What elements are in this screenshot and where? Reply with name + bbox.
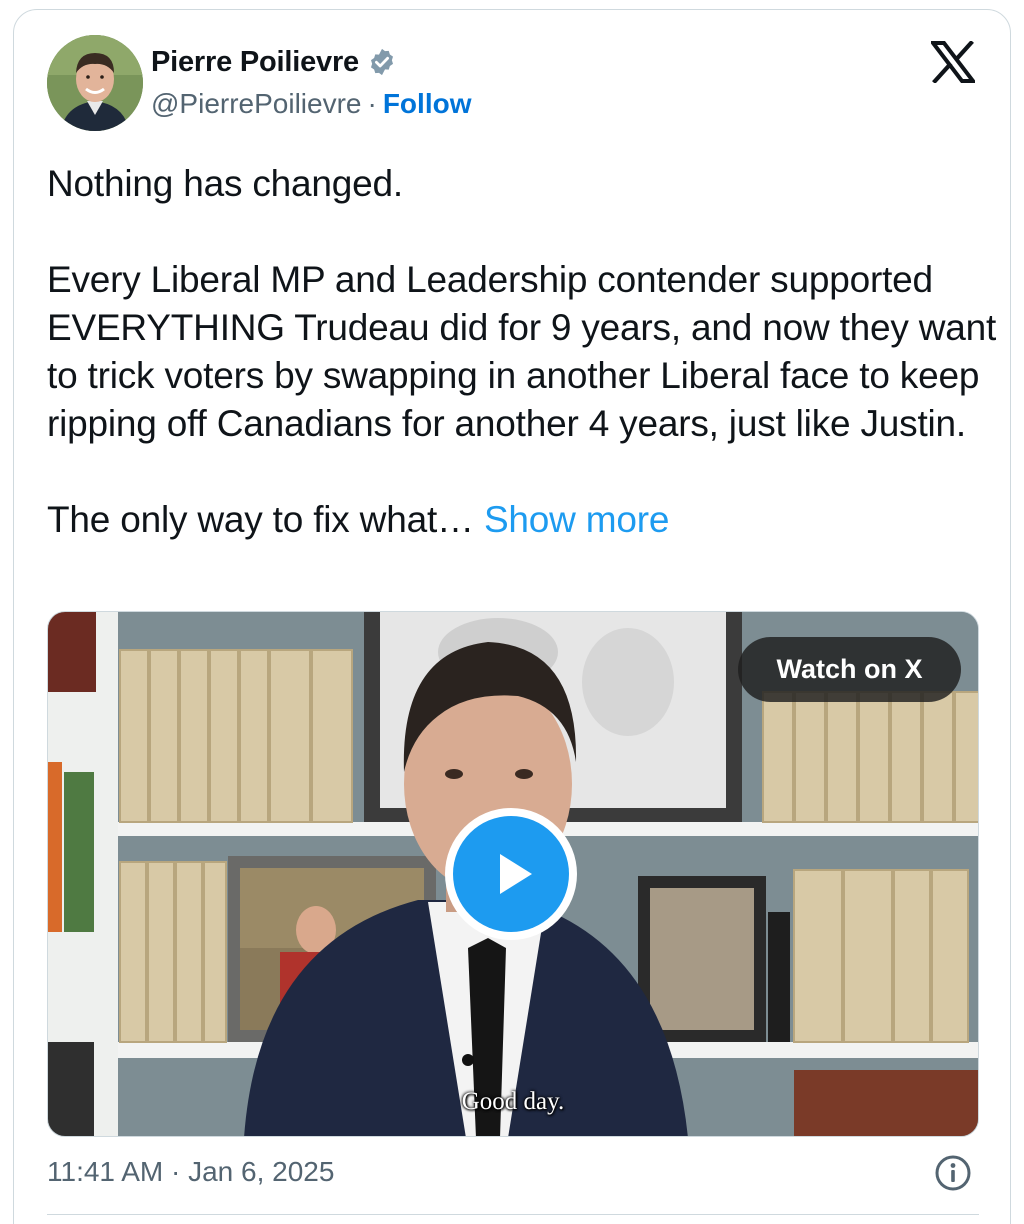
author-avatar[interactable] xyxy=(47,35,143,131)
info-icon[interactable] xyxy=(934,1154,972,1192)
video-caption: Good day. xyxy=(461,1088,565,1115)
author-name-row: Pierre Poilievre xyxy=(151,45,397,79)
play-button[interactable] xyxy=(445,808,577,940)
tweet-paragraph: Every Liberal MP and Leadership contende… xyxy=(47,259,997,444)
author-handle-row: @PierrePoilievre · Follow xyxy=(151,87,471,121)
follow-button[interactable]: Follow xyxy=(383,88,472,120)
video-player[interactable]: Watch on X Good day. xyxy=(47,611,979,1137)
verified-badge-icon xyxy=(367,47,397,77)
tweet-paragraph: The only way to fix what… Show more xyxy=(47,496,997,544)
x-logo-icon[interactable] xyxy=(928,40,978,84)
tweet-paragraph: Nothing has changed. xyxy=(47,163,403,204)
tweet-paragraph-truncated: The only way to fix what… xyxy=(47,499,474,540)
tweet-timestamp[interactable]: 11:41 AM · Jan 6, 2025 xyxy=(47,1156,334,1188)
tweet-card: Pierre Poilievre @PierrePoilievre · Foll… xyxy=(13,9,1011,1224)
watch-on-x-button[interactable]: Watch on X xyxy=(738,637,961,702)
author-handle[interactable]: @PierrePoilievre xyxy=(151,88,362,120)
show-more-link[interactable]: Show more xyxy=(484,499,670,540)
author-name[interactable]: Pierre Poilievre xyxy=(151,46,359,79)
play-icon xyxy=(453,816,569,932)
separator-dot: · xyxy=(367,88,377,119)
footer-divider xyxy=(47,1214,979,1215)
tweet-text: Nothing has changed. Every Liberal MP an… xyxy=(47,160,997,544)
